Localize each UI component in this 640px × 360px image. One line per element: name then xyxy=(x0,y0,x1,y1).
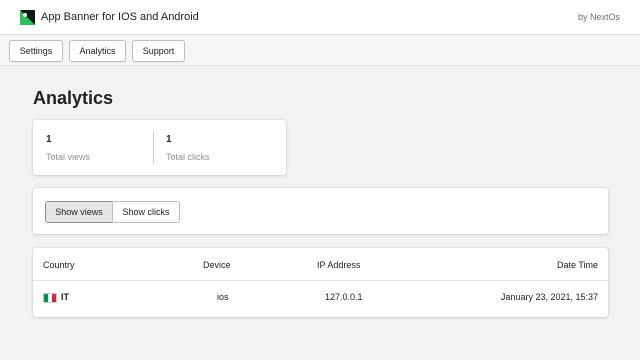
analytics-button[interactable]: Analytics xyxy=(69,40,126,62)
support-button[interactable]: Support xyxy=(132,40,185,62)
total-clicks-value: 1 xyxy=(166,134,172,145)
row-country: IT xyxy=(61,292,69,302)
settings-button[interactable]: Settings xyxy=(9,40,63,62)
column-header-country: Country xyxy=(43,260,75,270)
row-device: ios xyxy=(217,292,229,302)
show-clicks-button[interactable]: Show clicks xyxy=(112,201,180,223)
top-bar: App Banner for IOS and Android by NextOs xyxy=(0,0,640,35)
by-line: by NextOs xyxy=(577,12,620,22)
view-toggle-card: Show views Show clicks xyxy=(33,188,608,234)
row-ip: 127.0.0.1 xyxy=(325,292,363,302)
nav-bar: Settings Analytics Support xyxy=(0,35,640,66)
column-header-ip: IP Address xyxy=(317,260,361,270)
italy-flag-icon xyxy=(43,293,57,303)
stats-card: 1 Total views 1 Total clicks xyxy=(33,120,286,175)
app-title: App Banner for IOS and Android xyxy=(41,11,199,23)
stats-divider xyxy=(153,132,154,163)
total-views-value: 1 xyxy=(46,134,52,145)
show-views-button[interactable]: Show views xyxy=(45,201,113,223)
column-header-datetime: Date Time xyxy=(556,260,598,270)
row-datetime: January 23, 2021, 15:37 xyxy=(500,292,598,302)
total-views-label: Total views xyxy=(46,152,91,162)
app-banner-logo-icon xyxy=(20,10,35,25)
column-header-device: Device xyxy=(203,260,231,270)
page-title: Analytics xyxy=(33,88,114,108)
header-divider xyxy=(33,280,608,281)
total-clicks-label: Total clicks xyxy=(166,152,210,162)
analytics-table: Country Device IP Address Date Time IT i… xyxy=(33,248,608,317)
